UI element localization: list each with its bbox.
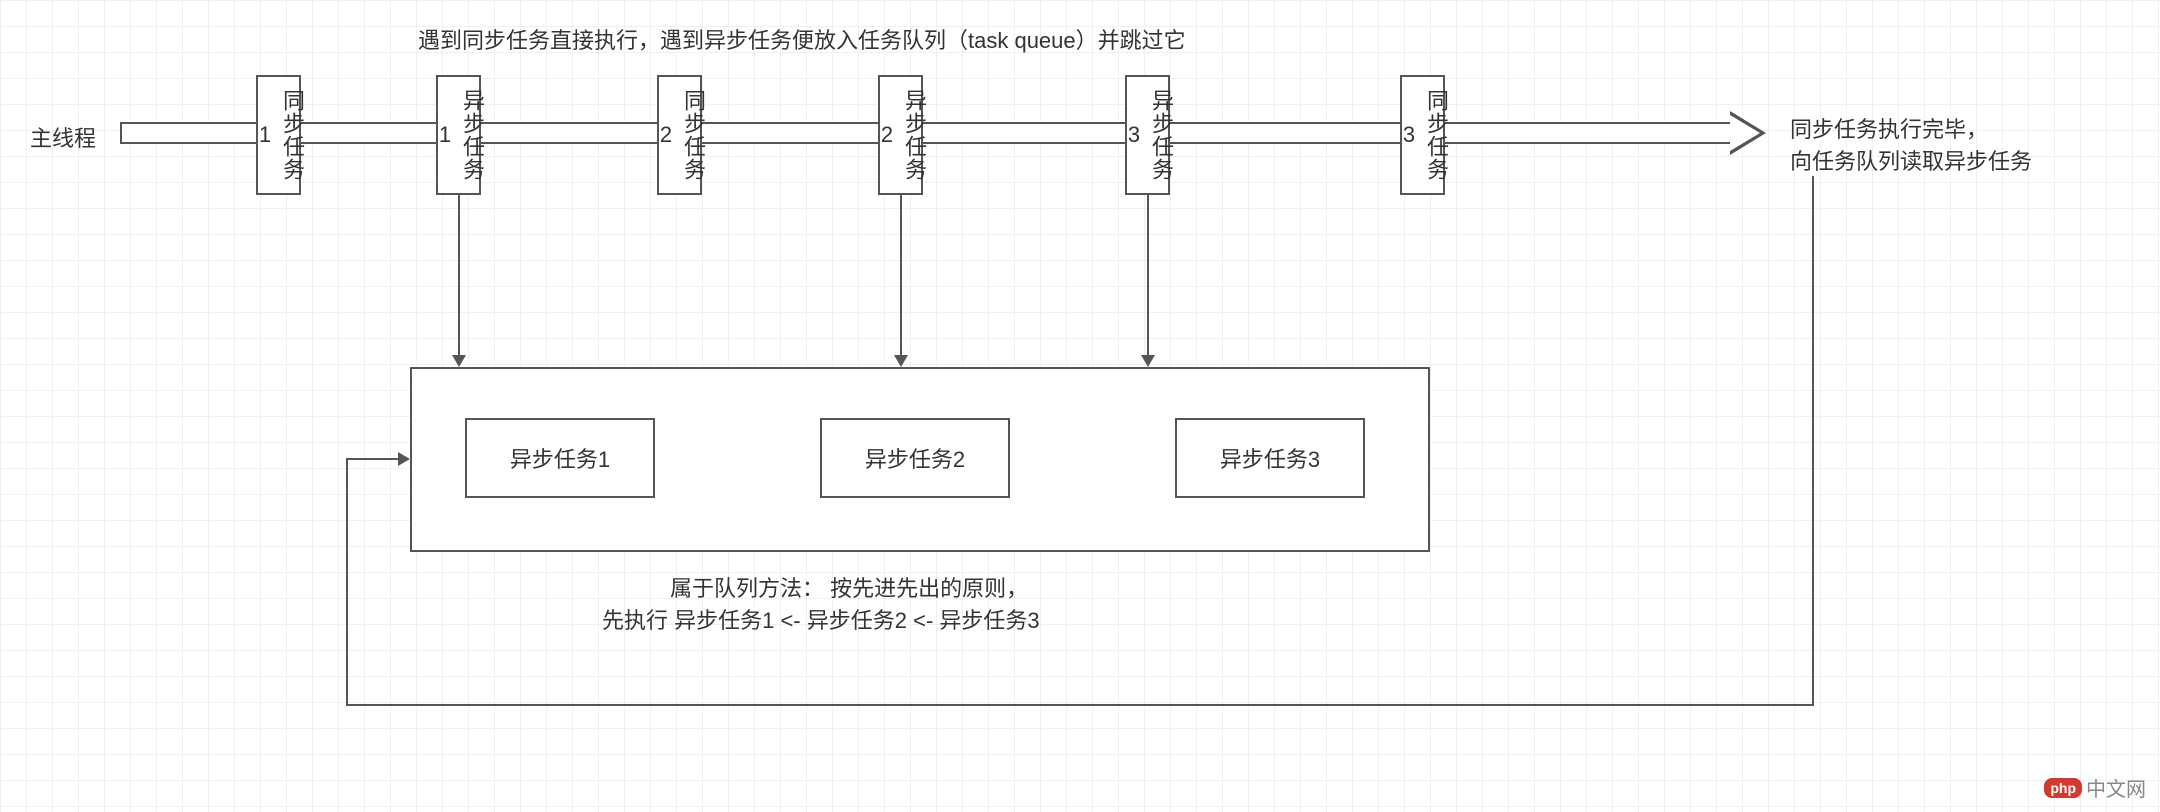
drop-line-2 <box>900 195 902 357</box>
drop-line-1 <box>458 195 460 357</box>
drop-line-3 <box>1147 195 1149 357</box>
bottom-note-line2: 先执行 异步任务1 <- 异步任务2 <- 异步任务3 <box>602 604 1040 637</box>
loop-arrow-into-queue <box>398 452 410 466</box>
loop-line-into-queue-h <box>346 458 400 460</box>
main-thread-label: 主线程 <box>30 122 96 155</box>
drop-arrow-1 <box>452 355 466 367</box>
drop-arrow-3 <box>1141 355 1155 367</box>
async-task-1-box: 异步任务1 <box>436 75 481 195</box>
loop-line-right-v <box>1812 176 1814 706</box>
timeline-arrow-head <box>1730 111 1766 155</box>
queue-item-2: 异步任务2 <box>820 418 1010 498</box>
async-task-3-box: 异步任务3 <box>1125 75 1170 195</box>
top-note: 遇到同步任务直接执行，遇到异步任务便放入任务队列（task queue）并跳过它 <box>418 24 1186 57</box>
right-note-line1: 同步任务执行完毕， <box>1790 113 1988 146</box>
watermark-text: 中文网 <box>2086 773 2146 802</box>
bottom-note-line1: 属于队列方法： 按先进先出的原则， <box>670 572 1028 605</box>
watermark-logo: php <box>2044 778 2082 798</box>
drop-arrow-2 <box>894 355 908 367</box>
queue-item-3: 异步任务3 <box>1175 418 1365 498</box>
watermark: php 中文网 <box>2044 773 2146 802</box>
loop-line-bottom-h <box>346 704 1814 706</box>
sync-task-1: 同步任务1 <box>256 75 301 195</box>
queue-item-1: 异步任务1 <box>465 418 655 498</box>
right-note-line2: 向任务队列读取异步任务 <box>1790 145 2032 178</box>
loop-line-left-v <box>346 458 348 706</box>
sync-task-3: 同步任务3 <box>1400 75 1445 195</box>
async-task-2-box: 异步任务2 <box>878 75 923 195</box>
sync-task-2: 同步任务2 <box>657 75 702 195</box>
